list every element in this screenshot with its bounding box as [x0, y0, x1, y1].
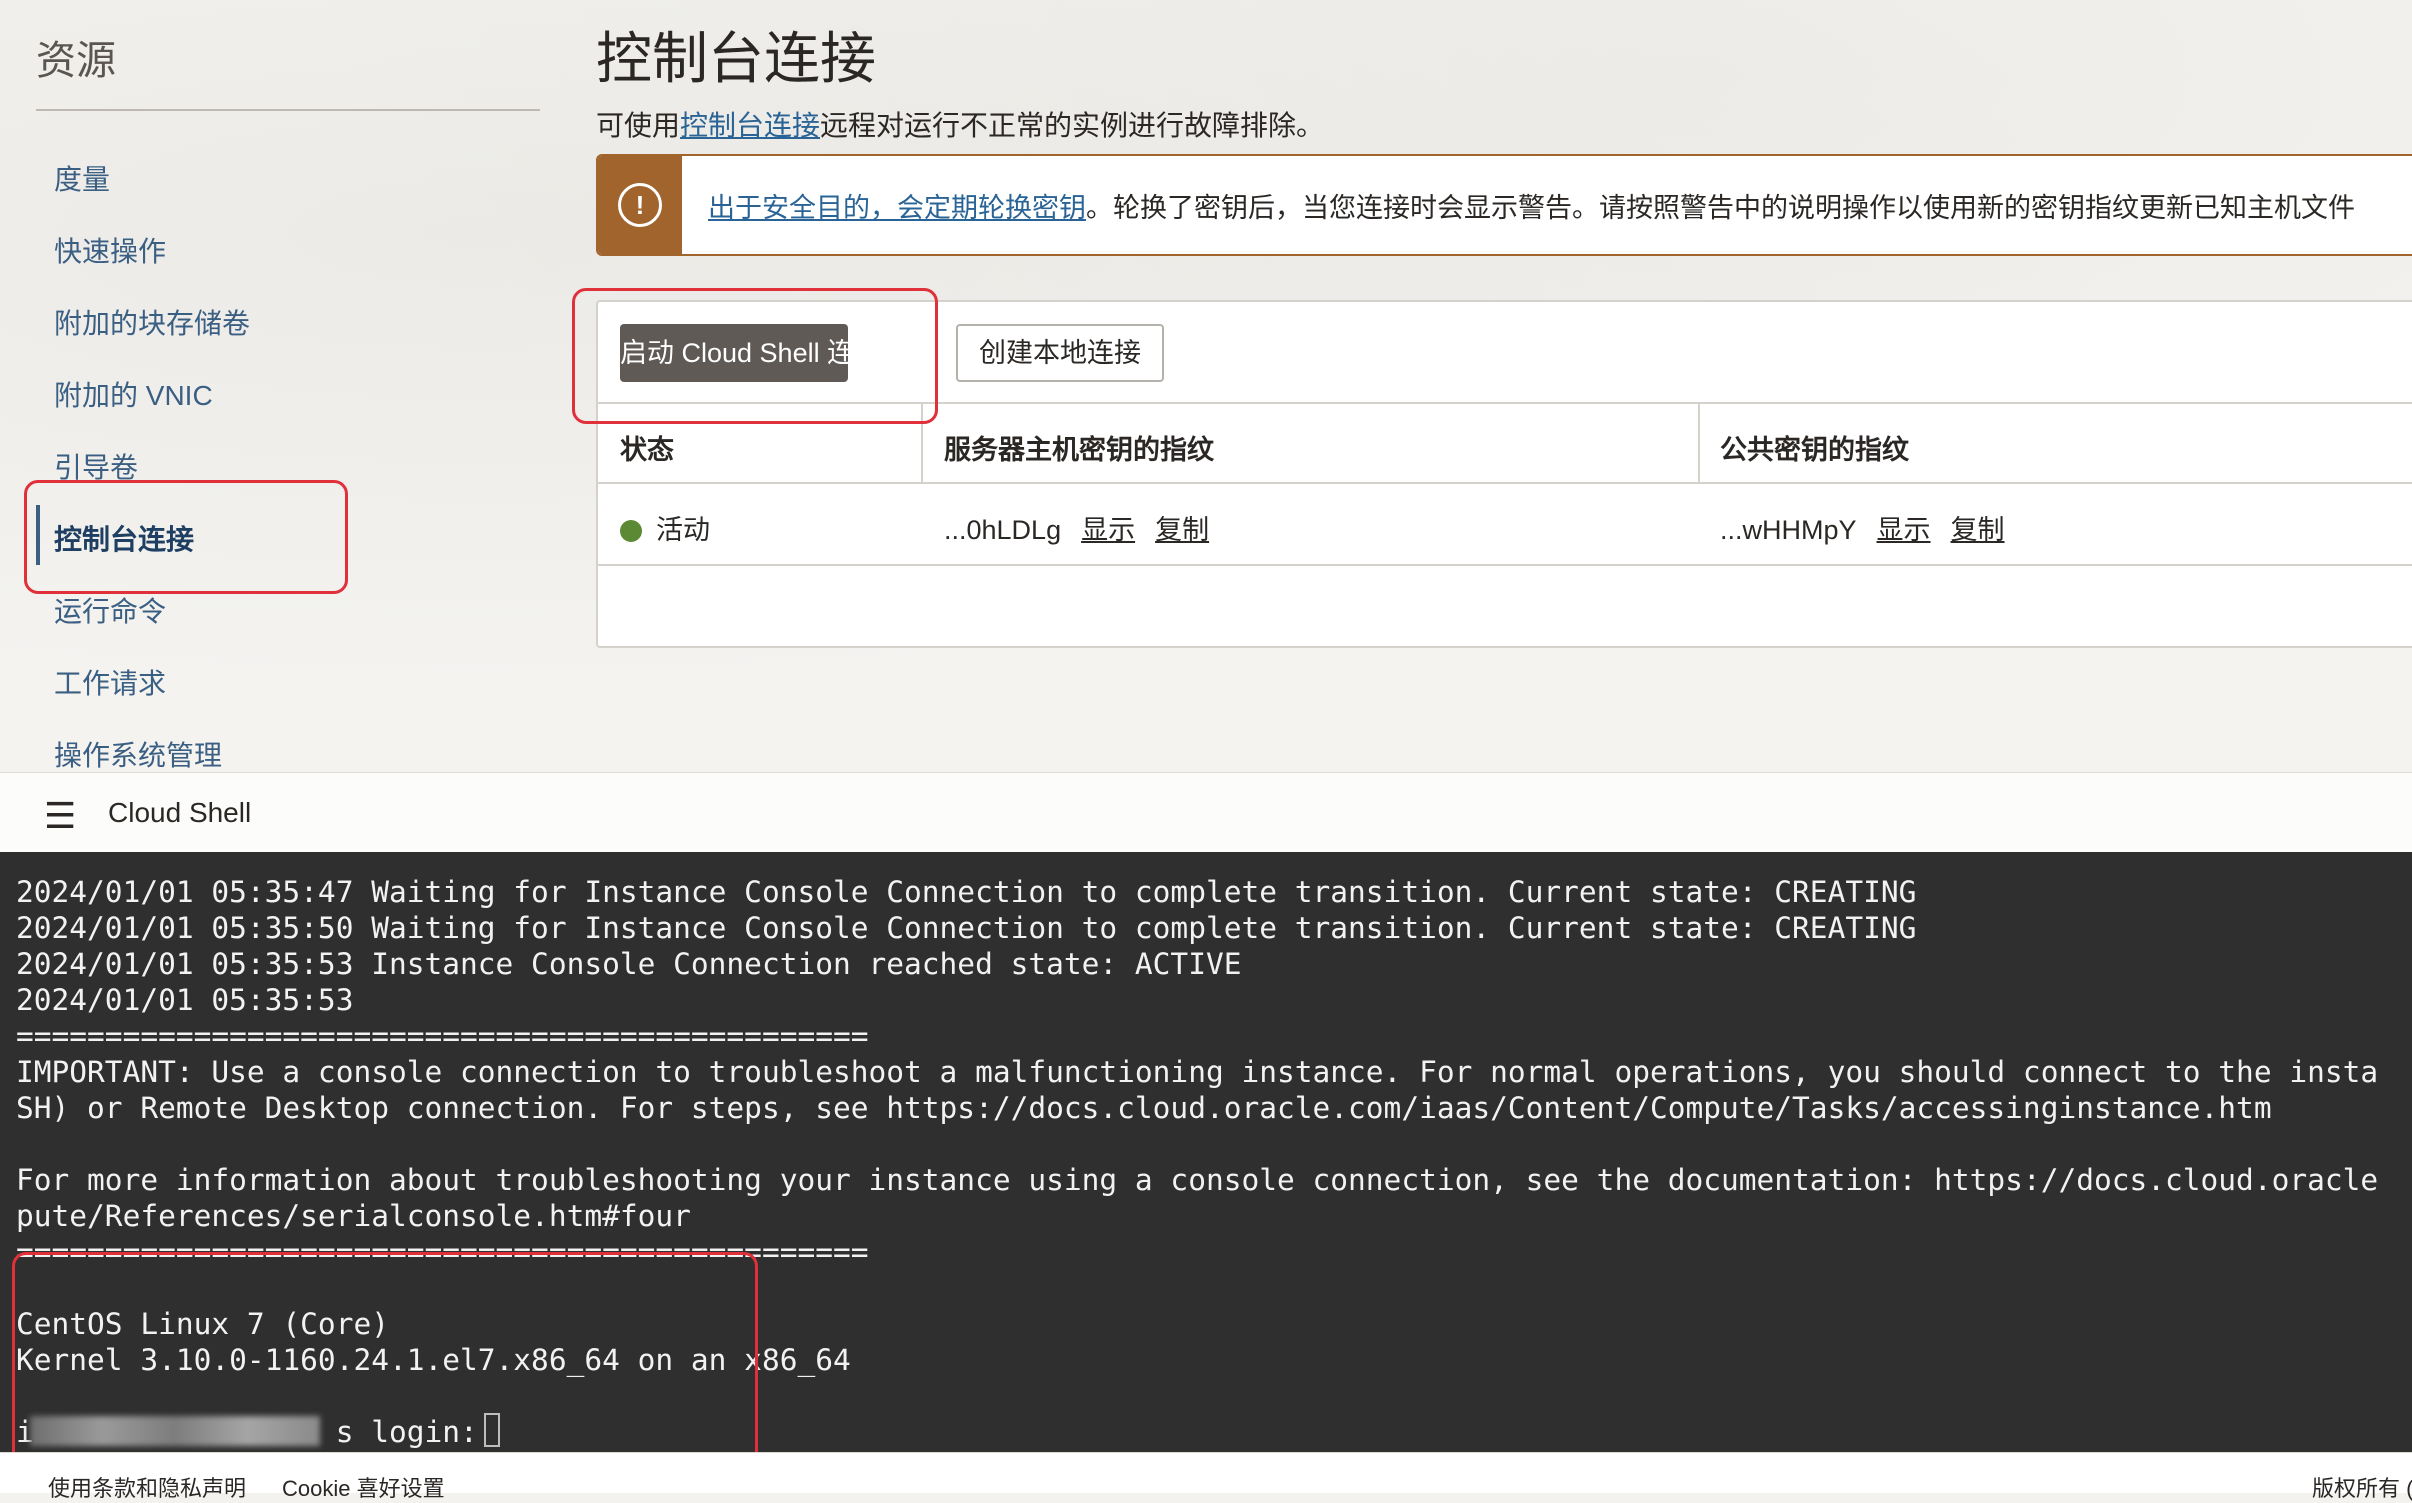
terms-privacy-link[interactable]: 使用条款和隐私声明: [48, 1471, 246, 1503]
alert-message: 。轮换了密钥后，当您连接时会显示警告。请按照警告中的说明操作以使用新的密钥指纹更…: [1086, 193, 2355, 223]
exclamation-icon: !: [618, 183, 662, 227]
column-header-public-fingerprint[interactable]: 公共密钥的指纹: [1720, 428, 1909, 467]
key-rotation-alert: ! 出于安全目的，会定期轮换密钥。轮换了密钥后，当您连接时会显示警告。请按照警告…: [596, 154, 2412, 256]
column-header-status[interactable]: 状态: [620, 428, 674, 467]
page-title: 控制台连接: [596, 27, 876, 90]
highlight-box-sidebar: [24, 480, 348, 594]
public-fingerprint-value: ...wHHMpY: [1720, 515, 1857, 545]
sidebar-title: 资源: [36, 39, 116, 83]
server-fingerprint-cell: ...0hLDLg 显示 复制: [944, 508, 1209, 547]
sidebar-item-block-volumes[interactable]: 附加的块存储卷: [54, 302, 250, 342]
server-fingerprint-show-link[interactable]: 显示: [1081, 515, 1135, 545]
hamburger-icon[interactable]: ☰: [44, 795, 76, 837]
sidebar-item-quick-actions[interactable]: 快速操作: [54, 230, 166, 270]
sidebar-item-os-management[interactable]: 操作系统管理: [54, 734, 222, 774]
highlight-box-launch-button: [572, 288, 938, 424]
alert-text: 出于安全目的，会定期轮换密钥。轮换了密钥后，当您连接时会显示警告。请按照警告中的…: [708, 186, 2355, 225]
resources-sidebar: 资源 度量 快速操作 附加的块存储卷 附加的 VNIC 引导卷 控制台连接 运行…: [0, 0, 560, 772]
status-cell: 活动: [620, 508, 710, 547]
create-local-connection-button[interactable]: 创建本地连接: [956, 324, 1164, 382]
page-subtitle: 可使用控制台连接远程对运行不正常的实例进行故障排除。: [596, 104, 1324, 144]
server-fingerprint-copy-link[interactable]: 复制: [1155, 515, 1209, 545]
server-fingerprint-value: ...0hLDLg: [944, 515, 1062, 545]
sidebar-item-vnics[interactable]: 附加的 VNIC: [54, 374, 213, 414]
subtitle-prefix: 可使用: [596, 110, 681, 141]
highlight-box-terminal-login: [12, 1252, 758, 1478]
status-text: 活动: [656, 515, 710, 545]
table-row: 活动 ...0hLDLg 显示 复制 ...wHHMpY 显示 复制: [598, 484, 2412, 566]
public-fingerprint-show-link[interactable]: 显示: [1877, 515, 1931, 545]
column-separator: [1698, 404, 1700, 484]
column-header-server-fingerprint[interactable]: 服务器主机密钥的指纹: [944, 428, 1214, 467]
sidebar-item-run-command[interactable]: 运行命令: [54, 590, 166, 630]
sidebar-item-metrics[interactable]: 度量: [54, 158, 110, 198]
copyright-text: 版权所有 (: [2312, 1476, 2412, 1501]
cloud-shell-title: Cloud Shell: [108, 797, 252, 828]
sidebar-divider: [36, 109, 540, 111]
public-fingerprint-cell: ...wHHMpY 显示 复制: [1720, 508, 2005, 547]
footer: 使用条款和隐私声明 Cookie 喜好设置 版权所有 (: [0, 1452, 2412, 1501]
console-connection-doc-link[interactable]: 控制台连接: [680, 110, 820, 141]
alert-strip: !: [598, 156, 682, 254]
cookie-preferences-link[interactable]: Cookie 喜好设置: [282, 1471, 445, 1503]
status-active-icon: [620, 520, 642, 542]
public-fingerprint-copy-link[interactable]: 复制: [1951, 515, 2005, 545]
sidebar-item-work-requests[interactable]: 工作请求: [54, 662, 166, 702]
cloud-shell-header: ☰ Cloud Shell: [0, 772, 2412, 853]
subtitle-suffix: 远程对运行不正常的实例进行故障排除。: [820, 110, 1325, 141]
key-rotation-link[interactable]: 出于安全目的，会定期轮换密钥: [708, 193, 1086, 223]
